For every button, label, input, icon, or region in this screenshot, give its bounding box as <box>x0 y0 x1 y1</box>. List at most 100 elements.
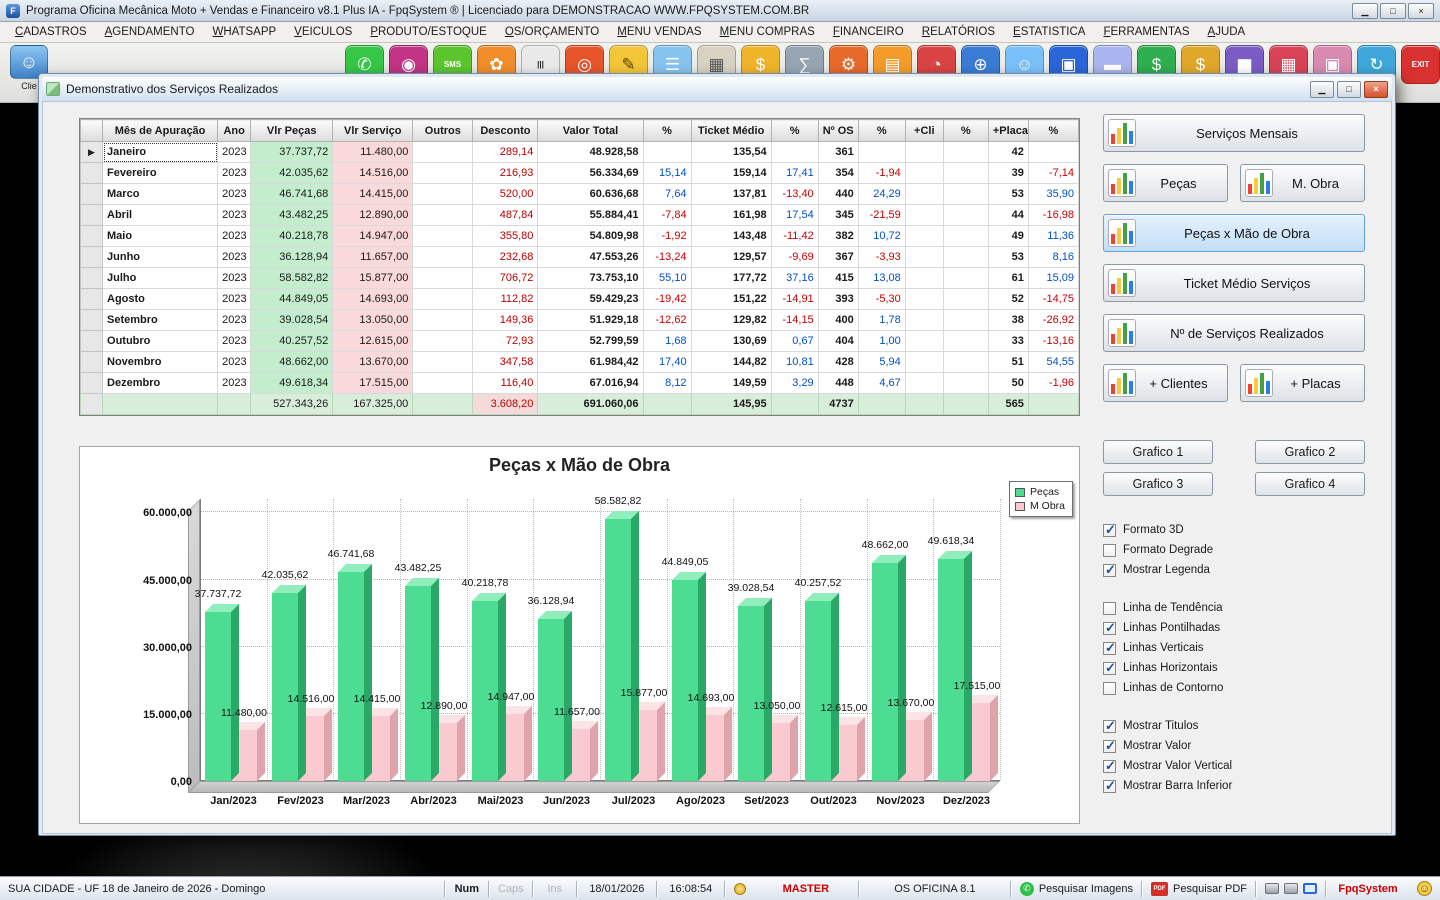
cell-ticket[interactable]: 159,14 <box>690 162 772 184</box>
cell-placa[interactable]: 51 <box>987 351 1029 373</box>
cell-total[interactable]: 73.753,10 <box>537 267 644 289</box>
cell-pct_total[interactable]: 7,64 <box>642 183 692 205</box>
cell-ticket[interactable]: 135,54 <box>690 141 772 163</box>
cell-pct_cli[interactable] <box>942 141 989 163</box>
graph-button-grafico-3[interactable]: Grafico 3 <box>1103 472 1213 496</box>
cell-placa[interactable]: 38 <box>987 309 1029 331</box>
app-titlebar[interactable]: F Programa Oficina Mecânica Moto + Venda… <box>0 0 1440 22</box>
cell-pct_total[interactable]: 15,14 <box>642 162 692 184</box>
cell-total[interactable]: 48.928,58 <box>537 141 644 163</box>
cell-ticket[interactable]: 137,81 <box>690 183 772 205</box>
view-button-m-obra[interactable]: M. Obra <box>1240 164 1365 202</box>
cell-pecas[interactable]: 37.737,72 <box>250 141 334 163</box>
cell-pct_cli[interactable] <box>942 288 989 310</box>
dialog-titlebar[interactable]: Demonstrativo dos Serviços Realizados ▁ … <box>42 77 1392 101</box>
cell-pct_ticket[interactable] <box>770 141 819 163</box>
cell-ano[interactable]: 2023 <box>217 309 252 331</box>
cell-mes[interactable]: Maio <box>102 225 219 247</box>
cell-pct_cli[interactable] <box>942 204 989 226</box>
cell-pct_cli[interactable] <box>942 246 989 268</box>
cell-os[interactable]: 404 <box>817 330 859 352</box>
cell-placa[interactable]: 42 <box>987 141 1029 163</box>
checkbox-linhas-de-contorno[interactable]: Linhas de Contorno <box>1103 678 1365 698</box>
table-row[interactable]: Outubro 2023 40.257,52 12.615,00 72,93 52.799… <box>79 330 1080 352</box>
cell-pct_os[interactable]: 1,00 <box>857 330 906 352</box>
checkbox-mostrar-titulos[interactable]: Mostrar Titulos <box>1103 716 1365 736</box>
cell-mes[interactable]: Julho <box>102 267 219 289</box>
cell-ticket[interactable]: 144,82 <box>690 351 772 373</box>
cell-placa[interactable]: 52 <box>987 288 1029 310</box>
view-button-n-de-servi-os-realizados[interactable]: Nº de Serviços Realizados <box>1103 314 1365 352</box>
cell-cli[interactable] <box>904 141 944 163</box>
cell-servico[interactable]: 14.415,00 <box>332 183 414 205</box>
cell-pct_os[interactable]: -21,59 <box>857 204 906 226</box>
column-header-cli[interactable]: +Cli <box>904 119 944 142</box>
cell-pct_total[interactable] <box>642 141 692 163</box>
cell-servico[interactable]: 14.516,00 <box>332 162 414 184</box>
cell-pct_cli[interactable] <box>942 372 989 394</box>
cell-total[interactable]: 67.016,94 <box>537 372 644 394</box>
search-pdf-button[interactable]: PDF Pesquisar PDF <box>1143 877 1255 900</box>
window-close-button[interactable]: × <box>1408 2 1434 19</box>
view-button-ticket-m-dio-servi-os[interactable]: Ticket Médio Serviços <box>1103 264 1365 302</box>
checkbox-mostrar-barra-inferior[interactable]: Mostrar Barra Inferior <box>1103 776 1365 796</box>
cell-desconto[interactable]: 116,40 <box>472 372 539 394</box>
table-row[interactable]: Marco 2023 46.741,68 14.415,00 520,00 60.636,… <box>79 183 1080 205</box>
cell-mes[interactable]: Janeiro <box>102 141 219 163</box>
cell-placa[interactable]: 44 <box>987 204 1029 226</box>
menu-item-veiculos[interactable]: VEICULOS <box>285 24 361 40</box>
cell-ticket[interactable]: 130,69 <box>690 330 772 352</box>
cell-outros[interactable] <box>412 351 474 373</box>
table-row[interactable]: Novembro 2023 48.662,00 13.670,00 347,58 61.9… <box>79 351 1080 373</box>
column-header-placa[interactable]: +Placa <box>987 119 1029 142</box>
cell-pecas[interactable]: 48.662,00 <box>250 351 334 373</box>
cell-mes[interactable]: Junho <box>102 246 219 268</box>
cell-pct_placa[interactable]: -1,96 <box>1027 372 1080 394</box>
cell-placa[interactable]: 49 <box>987 225 1029 247</box>
cell-desconto[interactable]: 520,00 <box>472 183 539 205</box>
cell-cli[interactable] <box>904 372 944 394</box>
cell-pct_placa[interactable]: 8,16 <box>1027 246 1080 268</box>
cell-cli[interactable] <box>904 288 944 310</box>
menu-item-financeiro[interactable]: FINANCEIRO <box>824 24 913 40</box>
cell-pct_os[interactable]: 24,29 <box>857 183 906 205</box>
cell-desconto[interactable]: 216,93 <box>472 162 539 184</box>
cell-servico[interactable]: 15.877,00 <box>332 267 414 289</box>
cell-pct_os[interactable]: 10,72 <box>857 225 906 247</box>
cell-pct_ticket[interactable]: -11,42 <box>770 225 819 247</box>
cell-mes[interactable]: Setembro <box>102 309 219 331</box>
cell-ano[interactable]: 2023 <box>217 267 252 289</box>
cell-total[interactable]: 47.553,26 <box>537 246 644 268</box>
cell-pct_os[interactable]: -3,93 <box>857 246 906 268</box>
cell-placa[interactable]: 53 <box>987 246 1029 268</box>
cell-pct_placa[interactable]: 54,55 <box>1027 351 1080 373</box>
cell-pct_os[interactable]: 5,94 <box>857 351 906 373</box>
cell-servico[interactable]: 12.615,00 <box>332 330 414 352</box>
cell-total[interactable]: 52.799,59 <box>537 330 644 352</box>
cell-pct_ticket[interactable]: -14,91 <box>770 288 819 310</box>
printer2-icon[interactable] <box>1284 883 1298 894</box>
cell-pct_total[interactable]: -19,42 <box>642 288 692 310</box>
cell-pct_os[interactable]: 1,78 <box>857 309 906 331</box>
window-maximize-button[interactable]: □ <box>1380 2 1406 19</box>
menu-item-agendamento[interactable]: AGENDAMENTO <box>96 24 204 40</box>
cell-pct_total[interactable]: -12,62 <box>642 309 692 331</box>
cell-pct_total[interactable]: 55,10 <box>642 267 692 289</box>
cell-pecas[interactable]: 40.218,78 <box>250 225 334 247</box>
cell-os[interactable]: 345 <box>817 204 859 226</box>
cell-pct_total[interactable]: 8,12 <box>642 372 692 394</box>
column-header-outros[interactable]: Outros <box>412 119 474 142</box>
cell-ano[interactable]: 2023 <box>217 183 252 205</box>
cell-servico[interactable]: 17.515,00 <box>332 372 414 394</box>
view-button-placas[interactable]: + Placas <box>1240 364 1365 402</box>
cell-desconto[interactable]: 112,82 <box>472 288 539 310</box>
cell-pct_ticket[interactable]: 10,81 <box>770 351 819 373</box>
cell-mes[interactable]: Novembro <box>102 351 219 373</box>
cell-os[interactable]: 354 <box>817 162 859 184</box>
cell-ticket[interactable]: 143,48 <box>690 225 772 247</box>
cell-desconto[interactable]: 232,68 <box>472 246 539 268</box>
cell-servico[interactable]: 14.947,00 <box>332 225 414 247</box>
cell-ticket[interactable]: 177,72 <box>690 267 772 289</box>
cell-pecas[interactable]: 58.582,82 <box>250 267 334 289</box>
sair-icon[interactable]: EXIT <box>1401 45 1440 84</box>
